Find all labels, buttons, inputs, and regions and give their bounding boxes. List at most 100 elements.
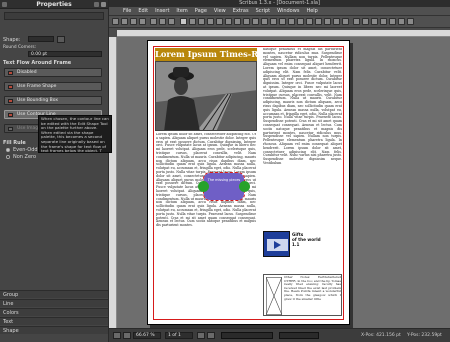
menu-windows[interactable]: Windows	[277, 7, 299, 15]
new-document-icon[interactable]	[112, 18, 119, 25]
edit-shape-button[interactable]	[28, 36, 54, 42]
edit-contents-icon[interactable]	[288, 18, 295, 25]
left-column-text-frame[interactable]: Lorem ipsum dolor sit amet, consectetuer…	[156, 133, 256, 319]
select-tool-icon[interactable]	[180, 18, 187, 25]
dvd-image-frame[interactable]: Gifts of the world 1.1	[263, 231, 342, 257]
bounding-box-icon	[8, 99, 13, 103]
minimize-icon[interactable]	[94, 2, 99, 7]
last-page-icon[interactable]	[207, 332, 215, 339]
export-pdf-icon[interactable]	[168, 18, 175, 25]
text-annotation-icon[interactable]	[398, 18, 405, 25]
render-frame-tool-icon[interactable]	[207, 18, 214, 25]
text-frame-tool-icon[interactable]	[189, 18, 196, 25]
zoom-field[interactable]: 66.67 %	[133, 332, 161, 339]
preflight-icon[interactable]	[159, 18, 166, 25]
menu-edit[interactable]: Edit	[138, 7, 148, 15]
link-frames-icon[interactable]	[306, 18, 313, 25]
group-section[interactable]: Group	[0, 290, 108, 298]
menu-extras[interactable]: Extras	[233, 7, 249, 15]
save-document-icon[interactable]	[130, 18, 137, 25]
pdf-textfield-icon[interactable]	[362, 18, 369, 25]
menu-insert[interactable]: Insert	[155, 7, 169, 15]
x-position-readout: X-Pos: 421.156 pt	[361, 333, 401, 338]
empty-image-frame-icon	[266, 277, 282, 315]
zoom-tool-icon[interactable]	[279, 18, 286, 25]
freehand-tool-icon[interactable]	[261, 18, 268, 25]
text-flow-disabled-button[interactable]: Disabled	[4, 68, 102, 77]
close-document-icon[interactable]	[139, 18, 146, 25]
zoom-out-icon[interactable]	[113, 332, 121, 339]
line-tool-icon[interactable]	[243, 18, 250, 25]
pdf-listbox-icon[interactable]	[389, 18, 396, 25]
menu-help[interactable]: Help	[306, 7, 317, 15]
open-document-icon[interactable]	[121, 18, 128, 25]
group-section-label: Group	[3, 292, 19, 298]
page-selector[interactable]: 1 of 1	[165, 332, 193, 339]
menu-item[interactable]: Item	[176, 7, 187, 15]
menu-file[interactable]: File	[123, 7, 131, 15]
layer-selector[interactable]	[221, 332, 273, 339]
notes-frame[interactable]: Other Notes: Earthshattered OTHER, in th…	[263, 274, 342, 316]
properties-title: Properties	[36, 1, 72, 8]
link-annotation-icon[interactable]	[407, 18, 414, 25]
use-frame-shape-label: Use Frame Shape	[17, 84, 57, 89]
notes-text: Other Notes: Earthshattered OTHER, in th…	[284, 276, 341, 301]
contour-line-tooltip: When chosen, the contour line can be edi…	[38, 115, 112, 153]
properties-titlebar: Properties	[0, 0, 108, 9]
pdf-pushbutton-icon[interactable]	[353, 18, 360, 25]
bezier-tool-icon[interactable]	[252, 18, 259, 25]
table-tool-icon[interactable]	[216, 18, 223, 25]
colors-section-label: Colors	[3, 310, 19, 316]
round-corners-label: Round Corners:	[3, 45, 37, 50]
non-zero-radio[interactable]	[6, 155, 10, 159]
photo-image-frame[interactable]	[155, 61, 257, 131]
zoom-in-icon[interactable]	[123, 332, 131, 339]
fill-rule-label: Fill Rule	[3, 140, 26, 146]
shape-tool-icon[interactable]	[225, 18, 232, 25]
clip-path-icon	[8, 127, 13, 131]
contour-line-icon	[8, 113, 13, 117]
text-section[interactable]: Text	[0, 317, 108, 325]
shape-section-label: Shape	[3, 328, 19, 334]
unlink-frames-icon[interactable]	[315, 18, 322, 25]
photo-man-icon	[156, 62, 256, 130]
pdf-checkbox-icon[interactable]	[371, 18, 378, 25]
shape-label: Shape:	[3, 37, 21, 43]
vertical-ruler[interactable]	[109, 37, 117, 328]
polygon-tool-icon[interactable]	[234, 18, 241, 25]
shape-section[interactable]: Shape	[0, 326, 108, 334]
colors-section[interactable]: Colors	[0, 308, 108, 316]
main-window: Scribus 1.3.x - [Document-1.sla] File Ed…	[109, 0, 450, 342]
horizontal-ruler[interactable]	[117, 30, 450, 37]
measurements-icon[interactable]	[324, 18, 331, 25]
rotate-tool-icon[interactable]	[270, 18, 277, 25]
menu-bar: File Edit Insert Item Page View Extras S…	[109, 7, 450, 16]
eyedropper-icon[interactable]	[342, 18, 349, 25]
text-flow-disabled-label: Disabled	[17, 70, 37, 75]
even-odd-radio[interactable]	[6, 148, 10, 152]
view-mode-selector[interactable]	[279, 332, 319, 339]
menu-page[interactable]: Page	[195, 7, 207, 15]
right-column-text-frame[interactable]: natoque penatibus et magnis dis parturie…	[263, 48, 342, 230]
image-frame-tool-icon[interactable]	[198, 18, 205, 25]
round-corners-field[interactable]: 0.00 pt	[28, 51, 102, 57]
shape-left-lobe	[198, 181, 209, 192]
use-bounding-box-button[interactable]: Use Bounding Box	[4, 96, 102, 105]
document-page[interactable]: Lorem Ipsum Times-Register	[147, 40, 350, 325]
close-icon[interactable]	[101, 2, 106, 7]
use-frame-shape-button[interactable]: Use Frame Shape	[4, 82, 102, 91]
menu-view[interactable]: View	[214, 7, 226, 15]
line-section-label: Line	[3, 301, 14, 307]
contour-shape-frame[interactable]: The missing pieces	[198, 172, 250, 201]
line-section[interactable]: Line	[0, 299, 108, 307]
shape-header[interactable]	[4, 12, 104, 20]
document-canvas[interactable]: Lorem Ipsum Times-Register	[117, 37, 450, 328]
copy-properties-icon[interactable]	[333, 18, 340, 25]
pdf-combobox-icon[interactable]	[380, 18, 387, 25]
shape-right-lobe	[239, 181, 250, 192]
headline-frame[interactable]: Lorem Ipsum Times-Register	[155, 48, 257, 61]
first-page-icon[interactable]	[197, 332, 205, 339]
print-icon[interactable]	[150, 18, 157, 25]
menu-script[interactable]: Script	[256, 7, 271, 15]
edit-text-icon[interactable]	[297, 18, 304, 25]
